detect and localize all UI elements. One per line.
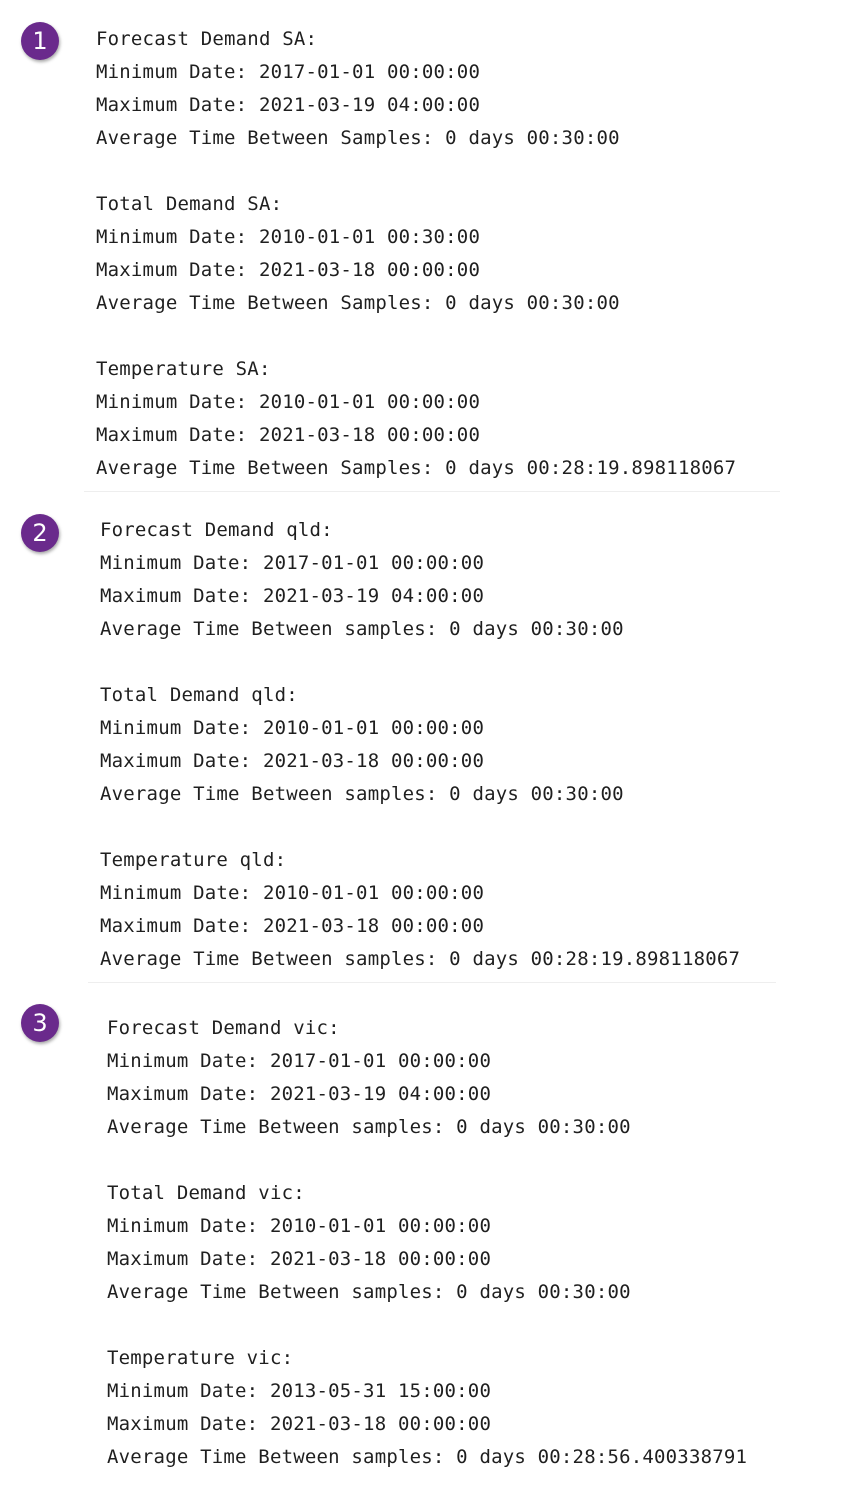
minimum-date-line: Minimum Date: 2010-01-01 00:00:00	[100, 882, 485, 904]
output-block-1: Forecast Demand SA: Minimum Date: 2017-0…	[96, 23, 736, 485]
section-title: Total Demand vic:	[107, 1182, 305, 1204]
average-time-line: Average Time Between samples: 0 days 00:…	[107, 1446, 748, 1468]
minimum-date-line: Minimum Date: 2013-05-31 15:00:00	[107, 1380, 492, 1402]
output-divider	[88, 982, 776, 983]
maximum-date-line: Maximum Date: 2021-03-19 04:00:00	[100, 585, 485, 607]
section-title: Forecast Demand qld:	[100, 519, 333, 541]
minimum-date-line: Minimum Date: 2010-01-01 00:30:00	[96, 226, 481, 248]
average-time-line: Average Time Between samples: 0 days 00:…	[100, 783, 624, 805]
section-title: Temperature SA:	[96, 358, 271, 380]
average-time-line: Average Time Between samples: 0 days 00:…	[100, 618, 624, 640]
section-title: Forecast Demand SA:	[96, 28, 318, 50]
average-time-line: Average Time Between samples: 0 days 00:…	[100, 948, 741, 970]
output-divider	[84, 491, 780, 492]
section-title: Total Demand qld:	[100, 684, 298, 706]
maximum-date-line: Maximum Date: 2021-03-18 00:00:00	[96, 424, 481, 446]
maximum-date-line: Maximum Date: 2021-03-18 00:00:00	[107, 1413, 492, 1435]
average-time-line: Average Time Between samples: 0 days 00:…	[107, 1281, 631, 1303]
maximum-date-line: Maximum Date: 2021-03-19 04:00:00	[107, 1083, 492, 1105]
maximum-date-line: Maximum Date: 2021-03-18 00:00:00	[100, 915, 485, 937]
average-time-line: Average Time Between samples: 0 days 00:…	[107, 1116, 631, 1138]
section-title: Temperature qld:	[100, 849, 287, 871]
maximum-date-line: Maximum Date: 2021-03-18 00:00:00	[100, 750, 485, 772]
maximum-date-line: Maximum Date: 2021-03-18 00:00:00	[96, 259, 481, 281]
maximum-date-line: Maximum Date: 2021-03-19 04:00:00	[96, 94, 481, 116]
minimum-date-line: Minimum Date: 2010-01-01 00:00:00	[100, 717, 485, 739]
section-title: Forecast Demand vic:	[107, 1017, 340, 1039]
output-block-2: Forecast Demand qld: Minimum Date: 2017-…	[100, 514, 740, 976]
minimum-date-line: Minimum Date: 2017-01-01 00:00:00	[100, 552, 485, 574]
step-badge-1: 1	[21, 22, 59, 60]
average-time-line: Average Time Between Samples: 0 days 00:…	[96, 457, 737, 479]
section-title: Temperature vic:	[107, 1347, 294, 1369]
average-time-line: Average Time Between Samples: 0 days 00:…	[96, 292, 620, 314]
minimum-date-line: Minimum Date: 2010-01-01 00:00:00	[107, 1215, 492, 1237]
average-time-line: Average Time Between Samples: 0 days 00:…	[96, 127, 620, 149]
minimum-date-line: Minimum Date: 2017-01-01 00:00:00	[107, 1050, 492, 1072]
step-badge-2: 2	[21, 514, 59, 552]
section-title: Total Demand SA:	[96, 193, 283, 215]
output-block-3: Forecast Demand vic: Minimum Date: 2017-…	[107, 1012, 747, 1474]
minimum-date-line: Minimum Date: 2017-01-01 00:00:00	[96, 61, 481, 83]
step-badge-3: 3	[21, 1004, 59, 1042]
minimum-date-line: Minimum Date: 2010-01-01 00:00:00	[96, 391, 481, 413]
maximum-date-line: Maximum Date: 2021-03-18 00:00:00	[107, 1248, 492, 1270]
